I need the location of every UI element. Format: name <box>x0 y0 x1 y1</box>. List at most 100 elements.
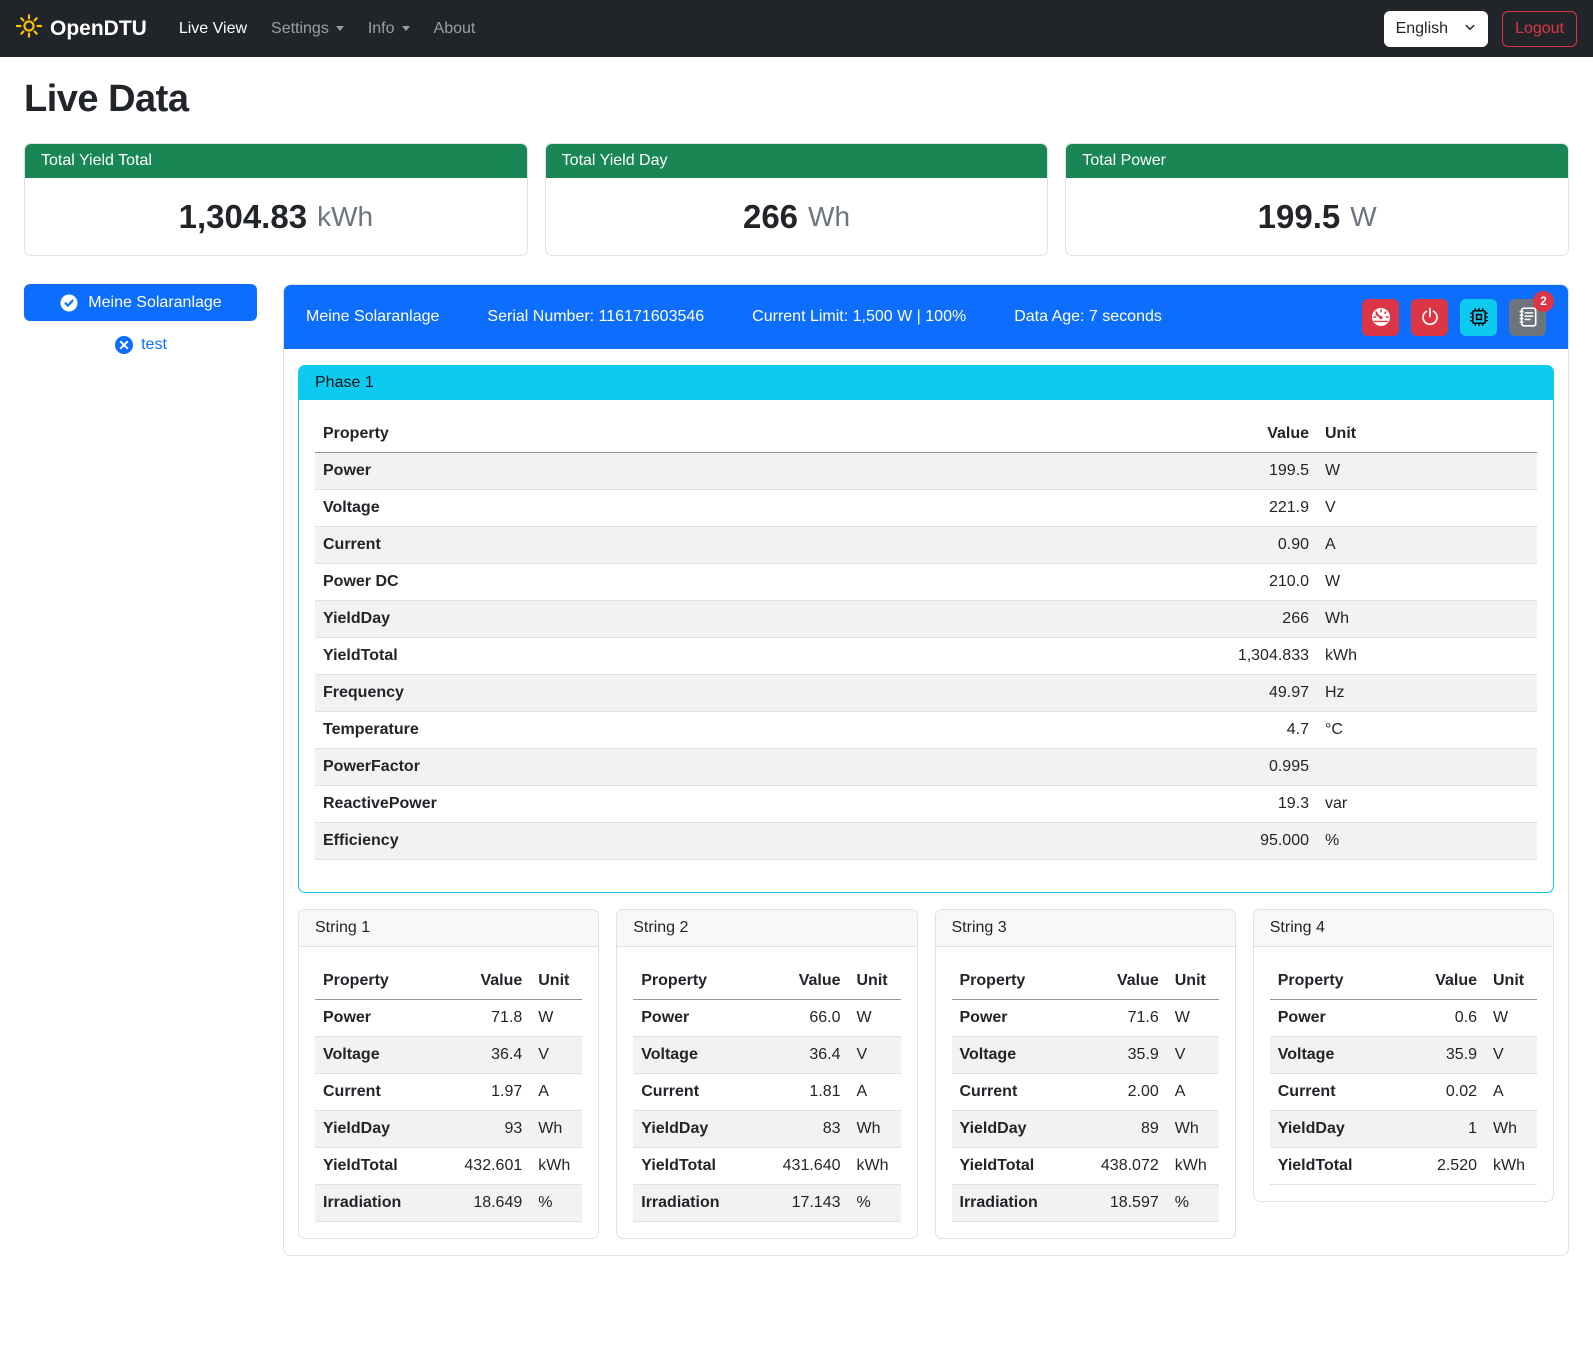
table-row: Efficiency95.000% <box>315 823 1537 860</box>
card-body: 1,304.83 kWh <box>25 178 527 255</box>
nav-item-about[interactable]: About <box>426 12 484 46</box>
table-row: Irradiation18.597% <box>952 1185 1219 1222</box>
device-info-button[interactable] <box>1460 299 1497 336</box>
column-property: Property <box>315 416 1197 453</box>
language-select[interactable]: English <box>1384 11 1488 47</box>
table-row: Voltage221.9V <box>315 490 1537 527</box>
table-row: Irradiation17.143% <box>633 1185 900 1222</box>
check-circle-icon <box>59 293 79 313</box>
string-1-card: String 1 Property Value Unit <box>298 909 599 1239</box>
table-row: Power71.8W <box>315 1000 582 1037</box>
dropdown-caret-icon <box>402 26 410 31</box>
string-3-title: String 3 <box>936 910 1235 947</box>
table-row: Current1.81A <box>633 1074 900 1111</box>
inverter-data-age: Data Age: 7 seconds <box>1014 308 1162 326</box>
table-header-row: Property Value Unit <box>315 963 582 1000</box>
total-yield-day-unit: Wh <box>808 201 850 233</box>
column-unit: Unit <box>1317 416 1537 453</box>
table-row: Voltage35.9V <box>952 1037 1219 1074</box>
table-row: YieldTotal432.601kWh <box>315 1148 582 1185</box>
table-row: PowerFactor0.995 <box>315 749 1537 786</box>
top-navbar: OpenDTU Live View Settings Info About En… <box>0 0 1593 57</box>
column-value: Value <box>440 963 530 1000</box>
chevron-down-icon <box>1464 20 1476 38</box>
inverter-current-limit: Current Limit: 1,500 W | 100% <box>752 308 966 326</box>
card-header: Total Power <box>1066 144 1568 178</box>
column-property: Property <box>1270 963 1395 1000</box>
table-row: YieldTotal438.072kWh <box>952 1148 1219 1185</box>
column-property: Property <box>633 963 758 1000</box>
table-header-row: Property Value Unit <box>633 963 900 1000</box>
column-unit: Unit <box>1167 963 1219 1000</box>
inverter-card-body: Phase 1 Property Value Unit Power199.5WV… <box>284 349 1568 1255</box>
table-row: Power199.5W <box>315 453 1537 490</box>
string-2-table: Property Value Unit Power66.0WVoltage36.… <box>633 963 900 1222</box>
table-row: Irradiation18.649% <box>315 1185 582 1222</box>
column-unit: Unit <box>1485 963 1537 1000</box>
table-row: Voltage36.4V <box>633 1037 900 1074</box>
sun-icon <box>16 13 42 45</box>
total-power-unit: W <box>1350 201 1376 233</box>
inverter-card: Meine Solaranlage Serial Number: 1161716… <box>283 284 1569 1256</box>
table-row: Voltage35.9V <box>1270 1037 1537 1074</box>
journal-text-icon <box>1517 306 1539 328</box>
total-yield-day-value: 266 <box>743 198 798 236</box>
string-1-title: String 1 <box>299 910 598 947</box>
limit-settings-button[interactable] <box>1362 299 1399 336</box>
inverter-actions: 2 <box>1362 299 1546 336</box>
card-header: Total Yield Total <box>25 144 527 178</box>
table-row: Frequency49.97Hz <box>315 675 1537 712</box>
column-unit: Unit <box>530 963 582 1000</box>
brand-title: OpenDTU <box>50 17 147 41</box>
table-row: Power DC210.0W <box>315 564 1537 601</box>
string-3-card: String 3 Property Value Unit <box>935 909 1236 1239</box>
table-row: YieldDay266Wh <box>315 601 1537 638</box>
table-row: Temperature4.7°C <box>315 712 1537 749</box>
column-property: Property <box>952 963 1077 1000</box>
summary-cards-row: Total Yield Total 1,304.83 kWh Total Yie… <box>24 143 1569 256</box>
total-power-card: Total Power 199.5 W <box>1065 143 1569 256</box>
table-row: YieldTotal2.520kWh <box>1270 1148 1537 1185</box>
table-header-row: Property Value Unit <box>315 416 1537 453</box>
phase-1-title: Phase 1 <box>299 366 1553 400</box>
total-yield-total-card: Total Yield Total 1,304.83 kWh <box>24 143 528 256</box>
phase-1-card: Phase 1 Property Value Unit Power199.5WV… <box>298 365 1554 893</box>
card-body: 266 Wh <box>546 178 1048 255</box>
card-header: Total Yield Day <box>546 144 1048 178</box>
brand-logo[interactable]: OpenDTU <box>16 13 147 45</box>
logout-button[interactable]: Logout <box>1502 11 1577 47</box>
total-power-value: 199.5 <box>1258 198 1341 236</box>
power-toggle-button[interactable] <box>1411 299 1448 336</box>
inverter-select-button[interactable]: Meine Solaranlage <box>24 284 257 321</box>
string-1-table: Property Value Unit Power71.8WVoltage36.… <box>315 963 582 1222</box>
inverter-item-test-label: test <box>141 336 167 354</box>
cpu-icon <box>1468 306 1490 328</box>
table-row: Power66.0W <box>633 1000 900 1037</box>
nav-items: Live View Settings Info About <box>171 12 484 46</box>
page-title: Live Data <box>24 78 1569 121</box>
speedometer-icon <box>1370 306 1392 328</box>
table-row: YieldDay1Wh <box>1270 1111 1537 1148</box>
total-yield-total-value: 1,304.83 <box>179 198 307 236</box>
string-3-table: Property Value Unit Power71.6WVoltage35.… <box>952 963 1219 1222</box>
column-property: Property <box>315 963 440 1000</box>
inverter-card-header: Meine Solaranlage Serial Number: 1161716… <box>284 285 1568 349</box>
table-row: Current1.97A <box>315 1074 582 1111</box>
table-row: YieldDay83Wh <box>633 1111 900 1148</box>
event-log-button[interactable]: 2 <box>1509 299 1546 336</box>
nav-item-live-view[interactable]: Live View <box>171 12 255 46</box>
inverter-sidebar: Meine Solaranlage test <box>24 284 257 355</box>
nav-item-info[interactable]: Info <box>360 12 418 46</box>
inverter-serial: Serial Number: 116171603546 <box>487 308 704 326</box>
table-row: Power0.6W <box>1270 1000 1537 1037</box>
inverter-item-test[interactable]: test <box>24 335 257 355</box>
table-row: ReactivePower19.3var <box>315 786 1537 823</box>
language-selected-value: English <box>1396 20 1448 38</box>
string-4-table: Property Value Unit Power0.6WVoltage35.9… <box>1270 963 1537 1185</box>
inverter-select-label: Meine Solaranlage <box>88 294 221 312</box>
power-icon <box>1419 306 1441 328</box>
total-yield-day-card: Total Yield Day 266 Wh <box>545 143 1049 256</box>
table-row: Power71.6W <box>952 1000 1219 1037</box>
nav-item-settings[interactable]: Settings <box>263 12 352 46</box>
phase-1-table: Property Value Unit Power199.5WVoltage22… <box>315 416 1537 860</box>
